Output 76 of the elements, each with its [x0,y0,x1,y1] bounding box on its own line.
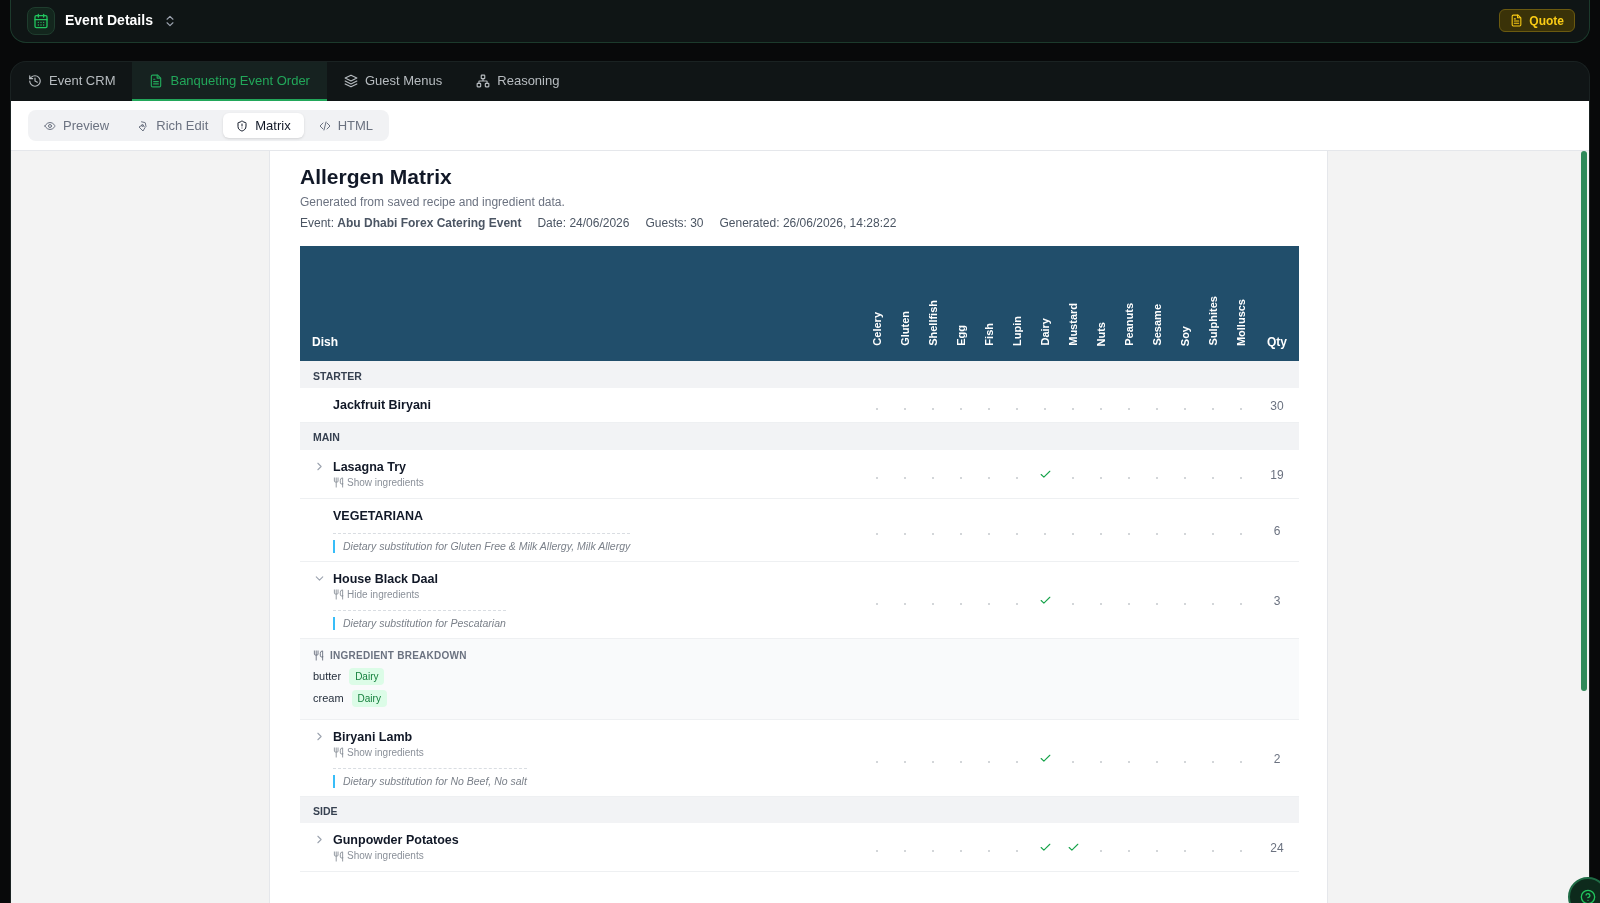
column-header: Shellfish [926,300,940,346]
scrollbar[interactable] [1581,151,1587,691]
column-header: Lupin [1010,316,1024,346]
ingredients-toggle[interactable]: Show ingredients [333,745,424,760]
column-header: Soy [1178,325,1192,346]
substitution-note: Dietary substitution for Gluten Free & Milk Allergy, Milk Allergy [333,539,631,553]
qty-value: 30 [1270,399,1284,413]
utensils-icon [333,477,344,488]
utensils-icon [333,850,344,862]
calendar-icon [33,12,49,29]
view-mode-tab[interactable]: Rich Edit [124,113,222,138]
qty-value: 3 [1273,593,1281,608]
tab[interactable]: Event CRM [11,62,133,101]
meta-info: Guests: 30 [645,215,704,232]
document-title: Allergen Matrix [300,164,453,190]
view-mode-tab[interactable]: Matrix [223,113,304,138]
dish-name: VEGETARIANA [333,507,424,525]
column-header: Qty [1267,335,1287,349]
allergen-tag: Dairy [349,667,385,685]
hierarchy-icon [476,73,491,88]
shield-icon [236,119,249,132]
column-header: Sesame [1150,304,1164,346]
column-header: Egg [954,325,968,346]
substitution-note: Dietary substitution for Pescatarian [333,616,506,630]
section-label: MAIN [313,431,340,444]
column-header: Mustard [1066,303,1080,346]
tab[interactable]: Reasoning [459,62,577,101]
meta-info: Date: 24/06/2026 [537,215,630,232]
meta-info: Event: Abu Dhabi Forex Catering Event [300,215,522,232]
dish-name: Lasagna Try [333,458,406,476]
view-mode-tab[interactable]: Preview [31,113,123,138]
document-icon [149,73,164,88]
quote-button[interactable]: Quote [1499,9,1575,32]
utensils-icon [333,747,344,758]
column-header: Nuts [1094,321,1108,346]
eye-icon [44,119,56,132]
ingredients-toggle[interactable]: Hide ingredients [333,587,420,602]
ingredient-name: butter [313,668,342,684]
ingredients-toggle[interactable]: Show ingredients [333,475,424,490]
help-icon [1580,889,1596,903]
column-header: Fish [982,323,996,346]
qty-value: 24 [1270,841,1284,855]
allergen-tag: Dairy [351,689,387,707]
page-title: Event Details [65,11,153,30]
tab[interactable]: Banqueting Event Order [132,62,327,101]
history-icon [28,73,42,88]
column-header: Sulphites [1206,296,1220,346]
pen-icon [137,119,150,132]
column-header: Gluten [898,311,912,346]
utensils-icon [313,649,324,661]
document-icon [1510,14,1524,27]
qty-value: 19 [1270,467,1284,482]
section-label: STARTER [313,369,362,382]
dish-name: Jackfruit Biryani [333,397,431,414]
column-header: Peanuts [1122,303,1136,346]
ingredient-name: cream [313,690,344,706]
document-subtitle: Generated from saved recipe and ingredient data. [300,194,566,211]
substitution-note: Dietary substitution for No Beef, No salt [333,774,527,788]
utensils-icon [333,589,344,600]
column-header: Dairy [1038,318,1052,346]
view-mode-tab[interactable]: HTML [305,113,387,138]
dish-name: House Black Daal [333,570,438,588]
column-header: Molluscs [1234,298,1248,346]
column-header: Celery [870,312,884,346]
code-icon [318,119,331,132]
column-header: Dish [312,335,338,349]
breakdown-title: INGREDIENT BREAKDOWN [330,648,467,663]
section-label: SIDE [313,804,338,817]
tab[interactable]: Guest Menus [326,62,460,101]
dish-name: Biryani Lamb [333,728,413,746]
ingredients-toggle[interactable]: Show ingredients [333,849,424,863]
dish-name: Gunpowder Potatoes [333,832,459,849]
layers-icon [343,73,358,88]
qty-value: 2 [1273,751,1281,766]
qty-value: 6 [1273,523,1281,538]
meta-info: Generated: 26/06/2026, 14:28:22 [719,215,897,232]
